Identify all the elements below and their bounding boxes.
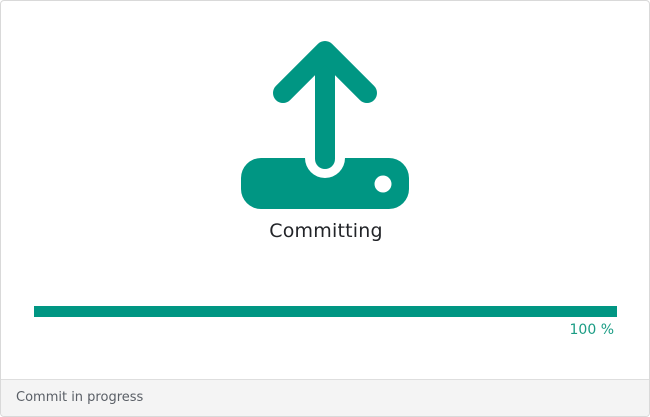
footer-status-text: Commit in progress — [16, 390, 144, 405]
commit-dialog: Committing 100 % Commit in progress — [0, 0, 650, 417]
upload-to-drive-icon — [239, 39, 413, 213]
progress-fill — [34, 306, 617, 317]
progress-percent: 100 % — [569, 322, 614, 338]
footer-bar: Commit in progress — [1, 379, 649, 416]
status-title: Committing — [269, 220, 383, 242]
progress-bar — [34, 306, 617, 317]
